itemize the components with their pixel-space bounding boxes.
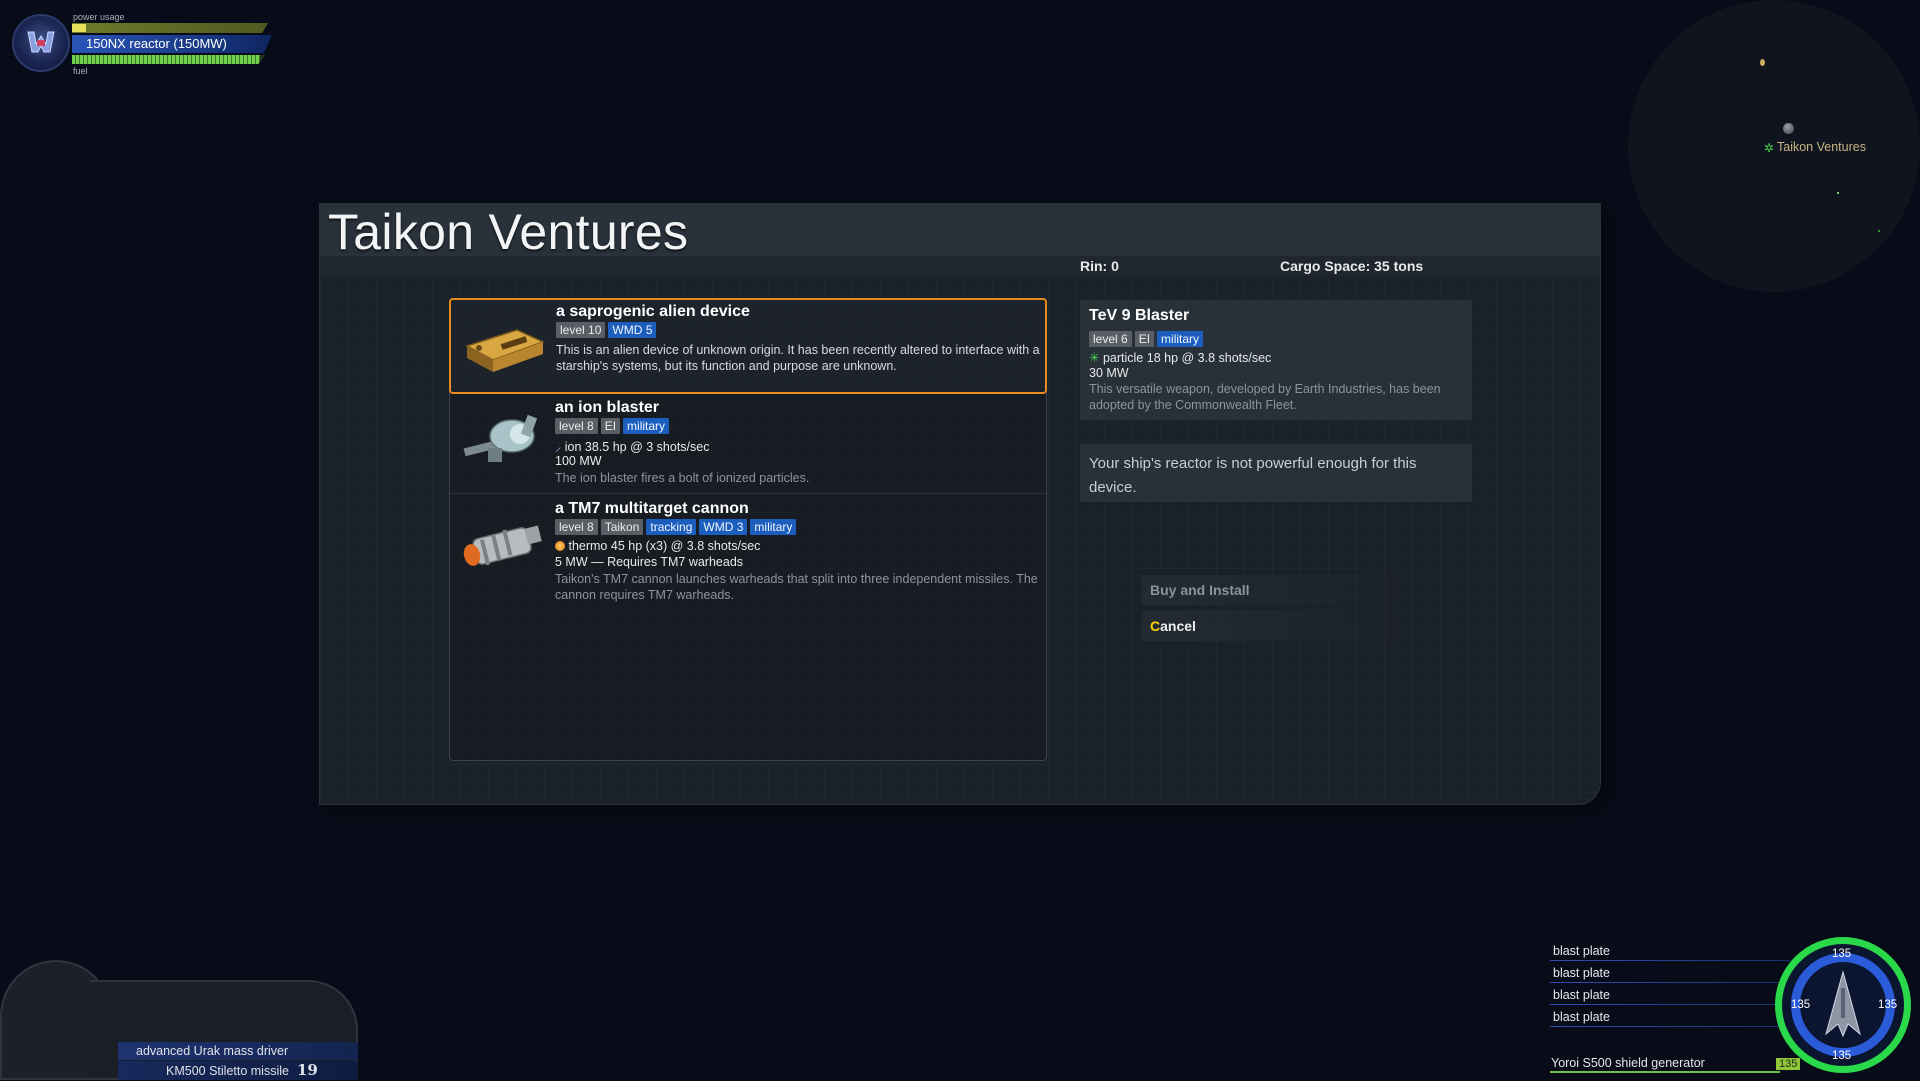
reactor-hud: power usage 150NX reactor (150MW) fuel [12,12,272,78]
dock-header: Taikon Ventures [320,204,1600,260]
multitarget-cannon-icon [460,513,546,575]
secondary-weapon: KM500 Stiletto missile 19 [118,1061,358,1080]
item-title: a saprogenic alien device [556,303,750,320]
armor-segment-line [1550,1026,1790,1027]
shield-level-bar [1550,1071,1780,1073]
page-title: Taikon Ventures [328,204,689,260]
warning-text: Your ship's reactor is not powerful enou… [1089,455,1417,496]
power-usage-bar [72,23,268,33]
radar-contact-icon [1837,192,1839,194]
thermo-damage-icon [555,541,565,551]
item-description: This is an alien device of unknown origi… [556,343,1040,373]
installed-device-card: TeV 9 Blaster level 6 EI military ✳ part… [1080,300,1472,420]
cancel-label: ancel [1160,618,1196,634]
item-tag: level 8 [555,418,598,434]
armor-value-bottom: 135 [1832,1050,1852,1062]
item-tag: WMD 5 [608,322,657,338]
cargo-space-label: Cargo Space: 35 tons [1280,258,1424,274]
ship-icon [1825,970,1861,1038]
installed-device-title: TeV 9 Blaster [1089,307,1190,324]
particle-damage-icon: ✳ [1089,351,1100,365]
radar-contact-icon [1878,230,1880,232]
warning-box: Your ship's reactor is not powerful enou… [1080,444,1472,502]
armor-value-top: 135 [1832,948,1852,960]
item-tags: level 10 WMD 5 [556,322,657,338]
alien-device-icon [461,316,547,378]
money-label: Rin: 0 [1080,258,1119,274]
fuel-fill [72,55,261,64]
item-title: a TM7 multitarget cannon [555,500,749,517]
item-list[interactable]: a saprogenic alien device level 10 WMD 5… [449,298,1047,761]
fuel-bar [72,55,266,64]
item-tag: tracking [646,519,697,535]
item-stat: ⸝ ion 38.5 hp @ 3 shots/sec [555,438,709,455]
radar-station-label: Taikon Ventures [1777,140,1866,154]
ship-status-display: 135 135 135 135 [1775,937,1911,1073]
list-item[interactable]: a saprogenic alien device level 10 WMD 5… [449,298,1047,394]
weapons-hud: advanced Urak mass driver KM500 Stiletto… [0,960,360,1080]
item-tag: military [623,418,670,434]
shield-value: 135 [1776,1058,1801,1070]
installed-device-tags: level 6 EI military [1089,331,1204,347]
item-tag: Taikon [600,519,644,535]
power-usage-label: power usage [73,12,125,22]
list-item[interactable]: an ion blaster level 8 EI military ⸝ ion… [450,394,1046,494]
item-power: 5 MW — Requires TM7 warheads [555,555,744,569]
item-power: 100 MW [555,454,602,468]
missile-count: 19 [296,1061,318,1079]
item-tag: level 10 [556,322,606,338]
item-tag: WMD 3 [699,519,748,535]
cancel-button[interactable]: Cancel [1142,611,1402,641]
armor-segment-label: blast plate [1553,1010,1610,1024]
armor-segment-line [1550,1004,1790,1005]
installed-device-stat-text: particle 18 hp @ 3.8 shots/sec [1102,351,1272,365]
item-tag: EI [600,418,621,434]
item-tag: military [1157,331,1204,347]
armor-value-left: 135 [1791,999,1811,1011]
installed-device-description: This versatile weapon, developed by Eart… [1089,382,1441,412]
armor-segment-label: blast plate [1553,966,1610,980]
armor-value-right: 135 [1878,999,1898,1011]
station-marker-icon: ✲ [1764,141,1775,155]
item-description: Taikon's TM7 cannon launches warheads th… [555,572,1038,602]
shield-generator-label: Yoroi S500 shield generator [1551,1056,1705,1070]
cancel-hotkey: C [1150,618,1161,634]
armor-segment-line [1550,960,1790,961]
item-description: The ion blaster fires a bolt of ionized … [555,471,810,485]
item-tag: military [750,519,797,535]
reactor-emblem-icon [12,14,70,72]
dock-screen: Taikon Ventures Rin: 0 Cargo Space: 35 t… [320,204,1600,804]
radar-planet-icon [1760,59,1765,66]
item-tag: EI [1134,331,1155,347]
fuel-label: fuel [73,66,88,76]
armor-segment-label: blast plate [1553,944,1610,958]
reactor-name: 150NX reactor (150MW) [72,35,272,53]
installed-device-power: 30 MW [1089,366,1129,380]
ion-damage-icon: ⸝ [555,440,562,454]
item-stat-text: thermo 45 hp (x3) @ 3.8 shots/sec [568,539,761,553]
primary-weapon-label: advanced Urak mass driver [118,1042,358,1060]
installed-device-stat: ✳ particle 18 hp @ 3.8 shots/sec [1089,350,1271,365]
buy-and-install-button[interactable]: Buy and Install [1142,575,1402,605]
secondary-weapon-label: KM500 Stiletto missile [166,1064,289,1078]
armor-segment-label: blast plate [1553,988,1610,1002]
item-tag: level 8 [555,519,598,535]
armor-segment-line [1550,982,1790,983]
item-stat: thermo 45 hp (x3) @ 3.8 shots/sec [555,539,760,553]
item-tags: level 8 Taikon tracking WMD 3 military [555,519,797,535]
power-usage-fill [72,24,86,32]
item-tags: level 8 EI military [555,418,670,434]
ion-blaster-icon [460,408,546,470]
dock-status-bar: Rin: 0 Cargo Space: 35 tons [320,256,1600,276]
item-tag: level 6 [1089,331,1132,347]
item-stat-text: ion 38.5 hp @ 3 shots/sec [564,440,710,454]
list-item[interactable]: a TM7 multitarget cannon level 8 Taikon … [450,495,1046,605]
item-title: an ion blaster [555,399,660,416]
radar-station-icon [1783,123,1794,134]
